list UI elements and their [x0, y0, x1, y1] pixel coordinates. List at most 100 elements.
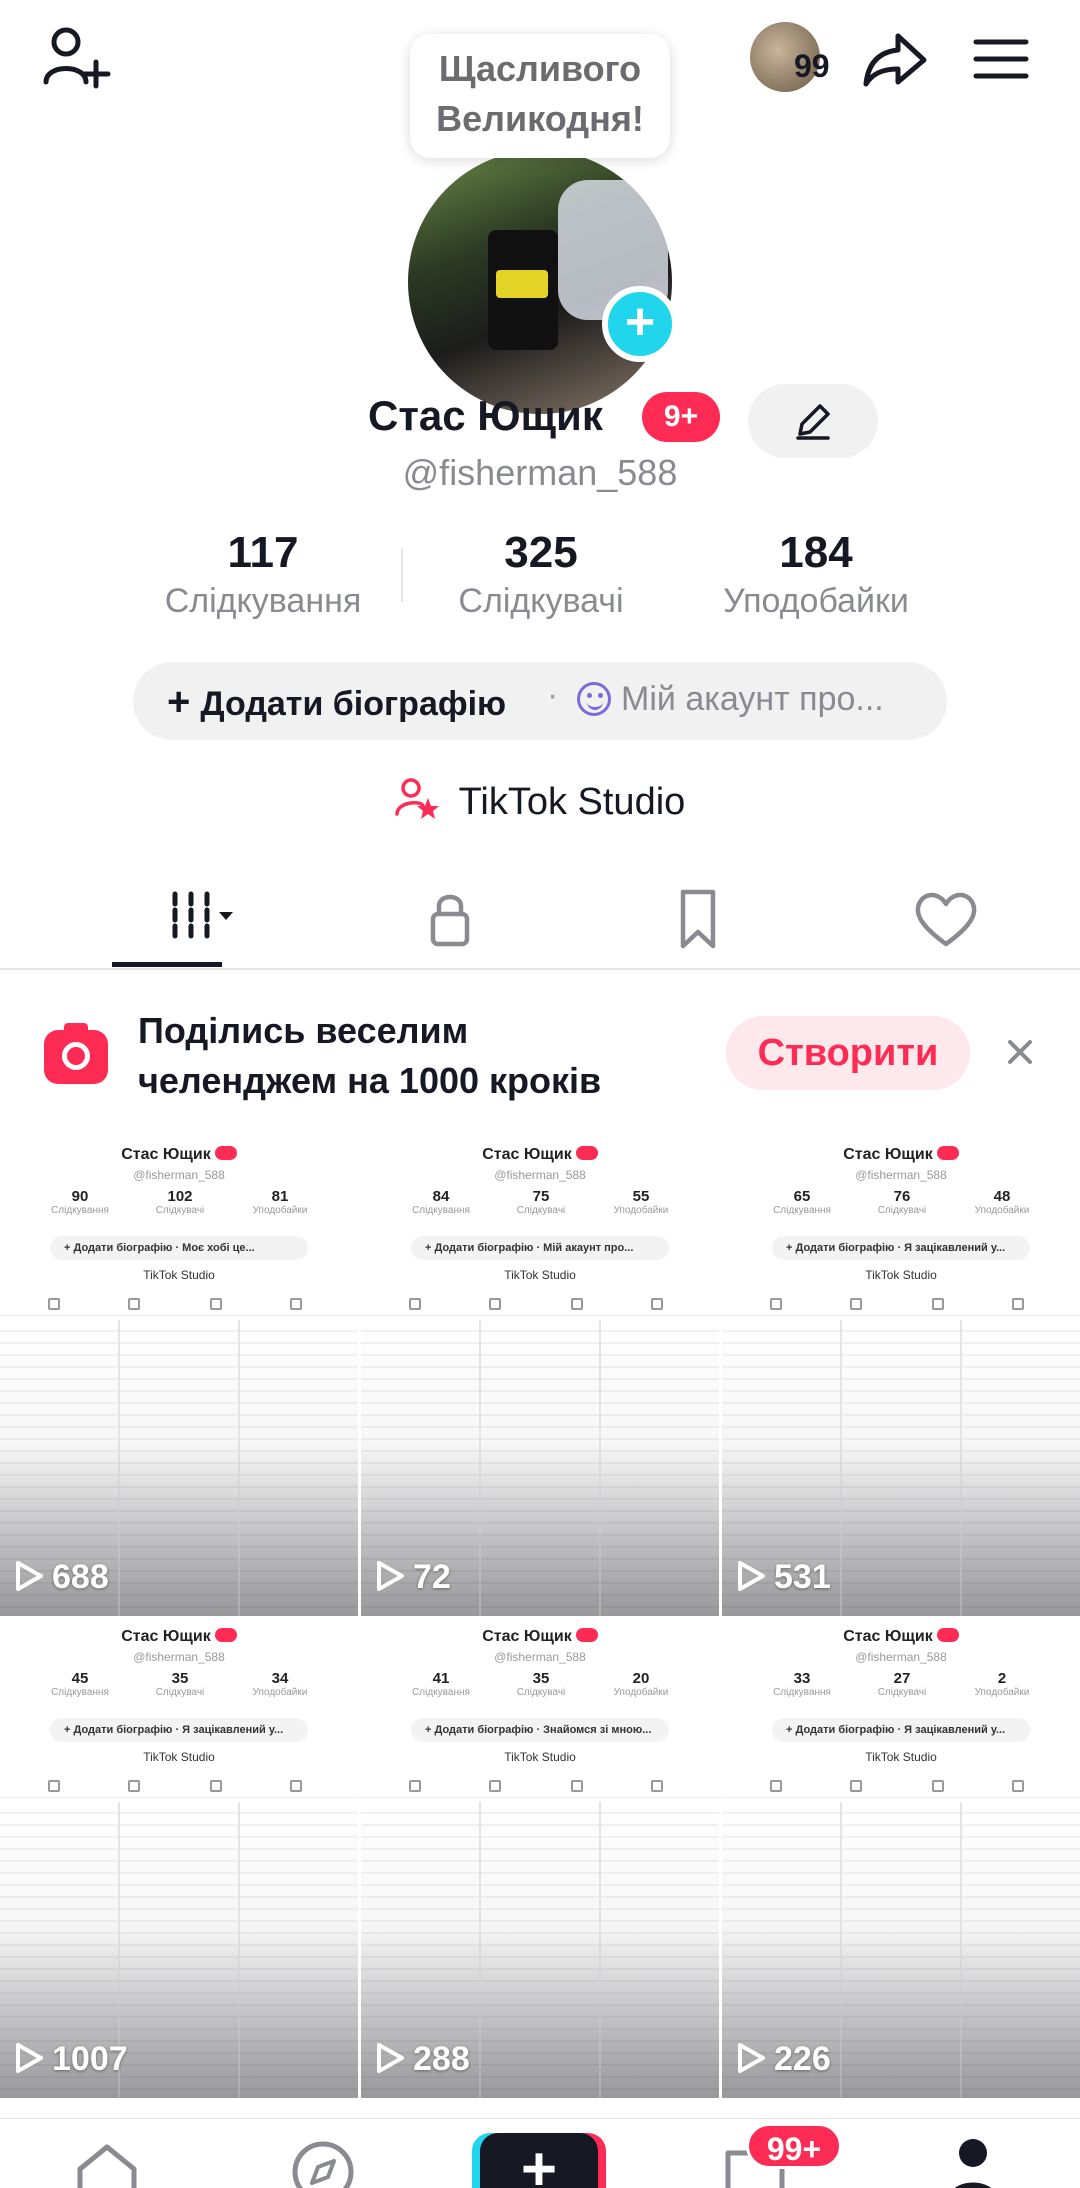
play-count: 288 — [375, 2040, 470, 2079]
stat-followers[interactable]: 325 Слідкувачі — [411, 528, 671, 621]
create-button[interactable]: Створити — [726, 1016, 970, 1090]
add-bio-label: Додати біографію — [200, 685, 507, 723]
close-icon[interactable] — [1000, 1032, 1040, 1072]
studio-label: TikTok Studio — [458, 781, 686, 823]
thumb-bio: + Додати біографію · Мій акаунт про... — [411, 1236, 669, 1260]
tab-private[interactable] — [330, 870, 580, 970]
edit-profile-button[interactable] — [748, 384, 878, 458]
thumb-bio: + Додати біографію · Я зацікавлений у... — [50, 1718, 308, 1742]
thumb-stat: 48 Уподобайки — [974, 1188, 1030, 1216]
thumb-name: Стас Ющик — [361, 1628, 719, 1646]
thumb-tabs — [0, 1776, 358, 1798]
video-grid: Стас Ющик @fisherman_588 90 Слідкування 102 С… — [0, 1138, 1080, 2098]
thumb-stats: 65 Слідкування 76 Слідкувачі 48 Уподобайки — [722, 1188, 1080, 1228]
thumb-stat: 35 Слідкувачі — [155, 1670, 205, 1698]
heart-icon — [915, 892, 977, 947]
add-friend-icon[interactable] — [40, 22, 112, 94]
stat-likes-value: 184 — [779, 528, 853, 577]
banner-text-line2: челенджем на 1000 кроків — [138, 1060, 602, 1101]
play-count-value: 288 — [413, 2040, 470, 2078]
grid-filter-icon — [172, 891, 233, 945]
thumb-stats: 41 Слідкування 35 Слідкувачі 20 Уподобайки — [361, 1670, 719, 1710]
bio-pill[interactable]: + Додати біографію · Мій акаунт про... — [133, 662, 947, 740]
thumbnail-preview: Стас Ющик @fisherman_588 33 Слідкування 27 Сл… — [722, 1620, 1080, 2098]
video-thumbnail[interactable]: Стас Ющик @fisherman_588 65 Слідкування 76 Сл… — [722, 1138, 1080, 1616]
camera-icon — [44, 1023, 108, 1084]
thumb-username: @fisherman_588 — [855, 1168, 947, 1182]
tab-liked[interactable] — [826, 870, 1076, 970]
bio-status-label: Мій акаунт про... — [621, 680, 884, 718]
thumb-stat: 90 Слідкування — [51, 1188, 109, 1216]
challenge-banner[interactable]: Поділись веселим челенджем на 1000 крокі… — [0, 1000, 1080, 1120]
tab-saved[interactable] — [578, 870, 828, 970]
stat-likes[interactable]: 184 Уподобайки — [686, 528, 946, 621]
thumb-stat: 33 Слідкування — [773, 1670, 831, 1698]
profile-icon[interactable] — [938, 2135, 1008, 2188]
story-bubble-text: Щасливого Великодня! — [436, 48, 644, 139]
tab-videos[interactable] — [84, 870, 334, 970]
thumb-stat: 76 Слідкувачі — [877, 1188, 927, 1216]
home-icon[interactable] — [72, 2137, 142, 2188]
thumb-username: @fisherman_588 — [133, 1168, 225, 1182]
play-icon — [16, 2043, 43, 2073]
stat-followers-value: 325 — [504, 528, 578, 577]
thumb-stats: 33 Слідкування 27 Слідкувачі 2 Уподобайки — [722, 1670, 1080, 1710]
create-video-button[interactable]: + — [480, 2133, 598, 2188]
thumb-studio: TikTok Studio — [143, 1268, 215, 1282]
thumb-username: @fisherman_588 — [855, 1650, 947, 1664]
video-thumbnail[interactable]: Стас Ющик @fisherman_588 84 Слідкування 75 Сл… — [361, 1138, 719, 1616]
bio-separator: · — [547, 676, 559, 714]
play-count-value: 531 — [774, 1558, 831, 1596]
profile-username: @fisherman_588 — [402, 452, 678, 493]
thumb-username: @fisherman_588 — [494, 1168, 586, 1182]
thumb-name: Стас Ющик — [0, 1146, 358, 1164]
video-thumbnail[interactable]: Стас Ющик @fisherman_588 33 Слідкування 27 Сл… — [722, 1620, 1080, 2098]
video-thumbnail[interactable]: Стас Ющик @fisherman_588 90 Слідкування 102 С… — [0, 1138, 358, 1616]
thumb-stat: 45 Слідкування — [51, 1670, 109, 1698]
pencil-icon — [796, 404, 830, 440]
top-bar: Щасливого Великодня! 99 — [0, 0, 1080, 158]
stat-divider — [401, 548, 403, 602]
thumb-studio: TikTok Studio — [504, 1750, 576, 1764]
thumb-stat: 35 Слідкувачі — [516, 1670, 566, 1698]
tiktok-studio-link[interactable]: TikTok Studio — [0, 776, 1080, 824]
profile-name: Стас Ющик — [368, 392, 603, 439]
banner-text: Поділись веселим челенджем на 1000 крокі… — [138, 1006, 601, 1106]
name-badge[interactable]: 9+ — [642, 392, 720, 442]
play-icon — [738, 2043, 765, 2073]
create-plus-label: + — [520, 2135, 558, 2188]
thumb-tabs — [722, 1776, 1080, 1798]
play-count: 226 — [736, 2040, 831, 2079]
discover-icon[interactable] — [288, 2137, 358, 2188]
video-thumbnail[interactable]: Стас Ющик @fisherman_588 41 Слідкування 35 Сл… — [361, 1620, 719, 2098]
stat-following-label: Слідкування — [164, 582, 362, 620]
thumb-username: @fisherman_588 — [494, 1650, 586, 1664]
thumb-name: Стас Ющик — [361, 1146, 719, 1164]
profile-stats: 117 Слідкування 325 Слідкувачі 184 Уподо… — [0, 528, 1080, 628]
thumb-stat: 20 Уподобайки — [613, 1670, 669, 1698]
stat-following[interactable]: 117 Слідкування — [133, 528, 393, 621]
play-count-value: 72 — [413, 1558, 451, 1596]
bio-status[interactable]: Мій акаунт про... — [577, 680, 884, 719]
profile-tabs — [0, 870, 1080, 970]
play-count: 531 — [736, 1558, 831, 1597]
smile-icon — [577, 682, 611, 716]
stat-following-value: 117 — [227, 528, 299, 577]
thumb-stat: 65 Слідкування — [773, 1188, 831, 1216]
profile-avatar[interactable]: + — [408, 150, 678, 414]
menu-icon[interactable] — [970, 28, 1032, 90]
thumb-studio: TikTok Studio — [865, 1268, 937, 1282]
play-icon — [738, 1561, 765, 1591]
video-thumbnail[interactable]: Стас Ющик @fisherman_588 45 Слідкування 35 Сл… — [0, 1620, 358, 2098]
add-bio-button[interactable]: + Додати біографію — [167, 680, 506, 725]
thumb-stat: 84 Слідкування — [412, 1188, 470, 1216]
share-icon[interactable] — [860, 24, 930, 94]
story-bubble[interactable]: Щасливого Великодня! — [410, 34, 670, 158]
thumbnail-preview: Стас Ющик @fisherman_588 90 Слідкування 102 С… — [0, 1138, 358, 1616]
play-count-value: 226 — [774, 2040, 831, 2078]
thumb-stat: 41 Слідкування — [412, 1670, 470, 1698]
thumb-studio: TikTok Studio — [143, 1750, 215, 1764]
play-icon — [16, 1561, 43, 1591]
add-story-plus-icon[interactable]: + — [602, 286, 678, 362]
play-icon — [377, 1561, 404, 1591]
